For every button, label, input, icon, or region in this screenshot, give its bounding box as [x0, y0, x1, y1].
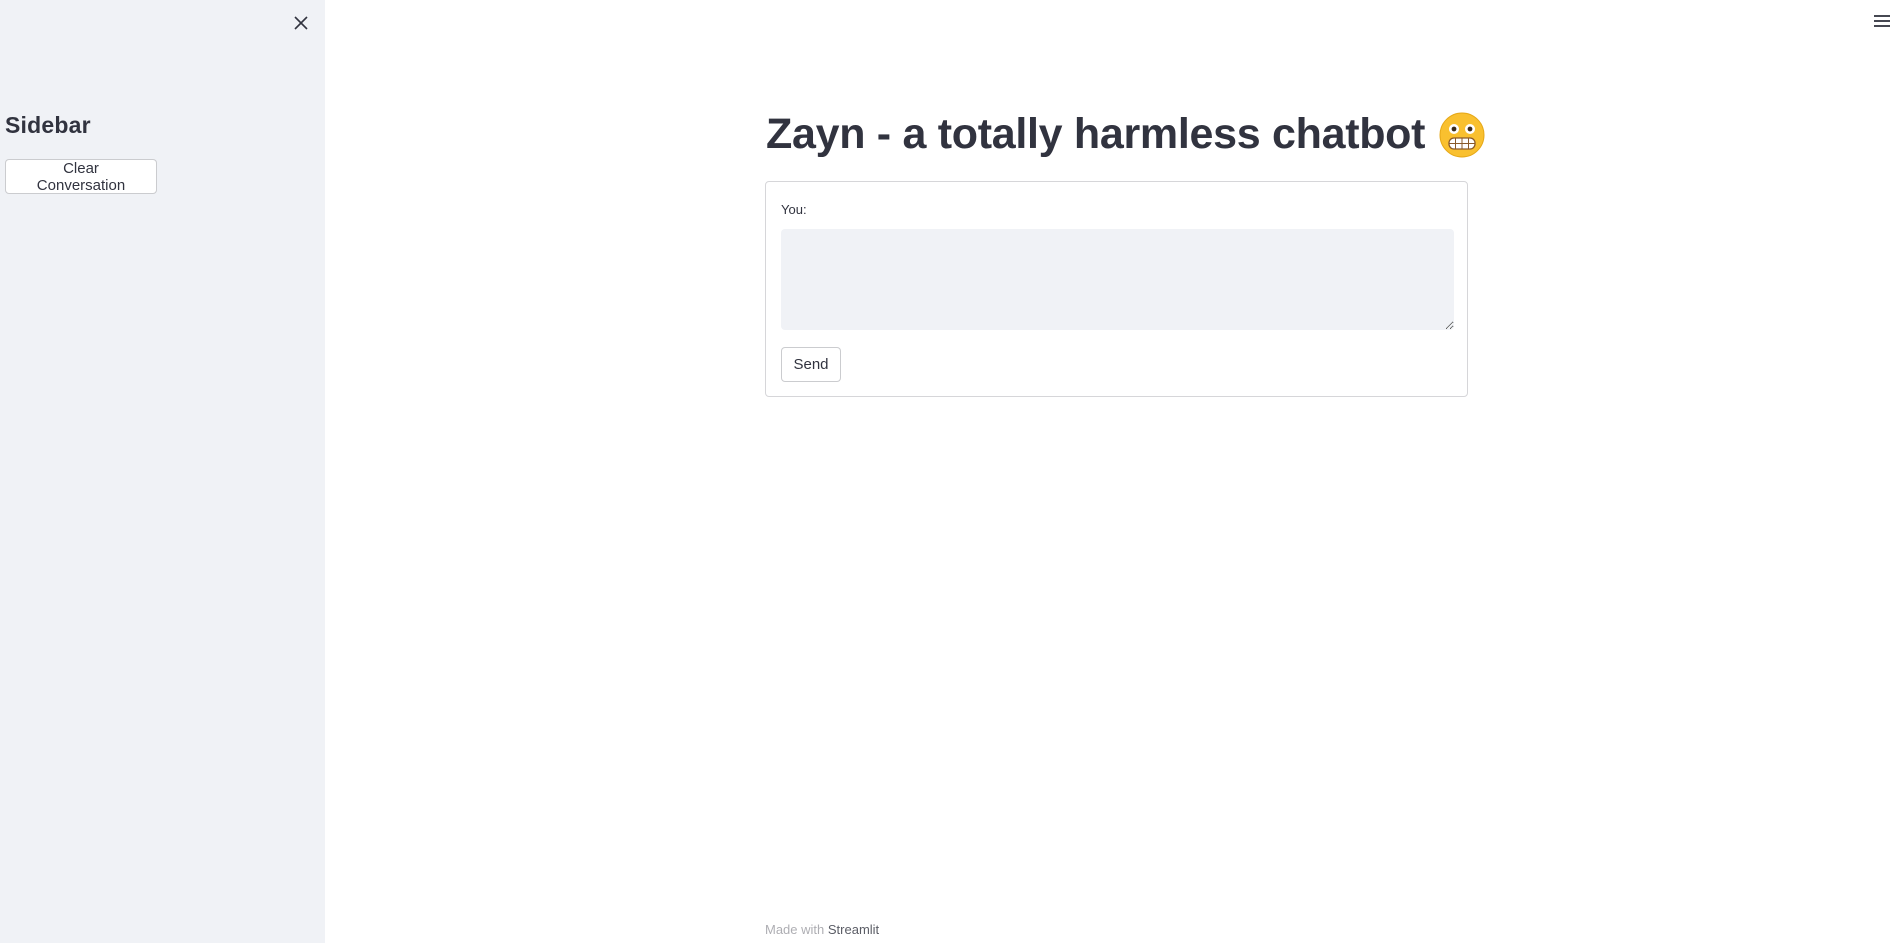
clear-conversation-button[interactable]: Clear Conversation — [5, 159, 157, 194]
hamburger-menu-icon-glyph — [1874, 15, 1890, 27]
message-textarea[interactable] — [781, 229, 1454, 330]
sidebar: Sidebar Clear Conversation — [0, 0, 325, 943]
close-icon-glyph — [294, 16, 308, 30]
footer-prefix: Made with — [765, 922, 825, 937]
page-title-text: Zayn - a totally harmless chatbot — [766, 110, 1426, 158]
chat-form: You: Send — [765, 181, 1468, 397]
streamlit-link[interactable]: Streamlit — [828, 922, 879, 937]
you-input-label: You: — [781, 202, 807, 217]
hamburger-menu-icon[interactable] — [1870, 9, 1894, 33]
sidebar-title: Sidebar — [5, 112, 91, 138]
page-title: Zayn - a totally harmless chatbot — [766, 110, 1485, 159]
footer: Made with Streamlit — [765, 922, 879, 937]
send-button[interactable]: Send — [781, 347, 841, 382]
app-root: Sidebar Clear Conversation Zayn - a tota… — [0, 0, 1899, 943]
close-icon[interactable] — [288, 10, 314, 36]
grimacing-face-icon — [1439, 112, 1485, 157]
